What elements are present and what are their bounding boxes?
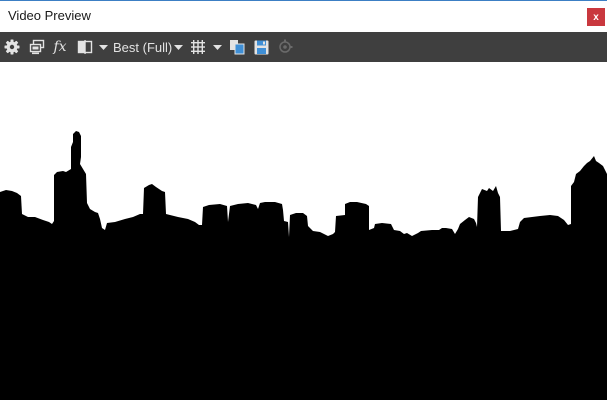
grid-icon: [191, 40, 205, 54]
overlays-dropdown[interactable]: [211, 32, 223, 62]
chevron-down-icon: [98, 44, 108, 50]
fx-icon: fx: [53, 39, 67, 55]
split-screen-dropdown[interactable]: [97, 32, 109, 62]
save-snapshot-button[interactable]: [252, 32, 270, 62]
settings-icon: [4, 39, 20, 55]
preview-frame-image: [0, 131, 607, 400]
save-snapshot-icon: [254, 40, 268, 54]
preview-toolbar: fx Best (Full): [0, 32, 607, 62]
window-title: Video Preview: [8, 8, 91, 23]
preview-quality-value: Best (Full): [113, 39, 173, 55]
overlays-button[interactable]: [190, 32, 206, 62]
external-monitor-icon: [279, 39, 293, 53]
chevron-down-icon: [173, 44, 183, 50]
copy-snapshot-button[interactable]: [228, 32, 246, 62]
video-preview-window: Video Preview x fx Best (Full): [0, 0, 607, 400]
chevron-down-icon: [212, 44, 222, 50]
external-monitor-button[interactable]: [276, 32, 294, 62]
preview-device-icon: [29, 39, 45, 55]
video-preview-area[interactable]: [0, 62, 607, 400]
split-screen-icon: [77, 40, 93, 54]
settings-button[interactable]: [3, 32, 21, 62]
split-screen-button[interactable]: [76, 32, 94, 62]
preview-quality-dropdown[interactable]: [172, 32, 184, 62]
close-icon: x: [593, 11, 599, 23]
preview-device-button[interactable]: [28, 32, 46, 62]
copy-snapshot-icon: [230, 40, 245, 55]
preview-quality-selector[interactable]: Best (Full): [113, 32, 172, 62]
title-bar: Video Preview x: [0, 1, 607, 32]
close-button[interactable]: x: [587, 8, 605, 26]
fx-button[interactable]: fx: [51, 32, 69, 62]
